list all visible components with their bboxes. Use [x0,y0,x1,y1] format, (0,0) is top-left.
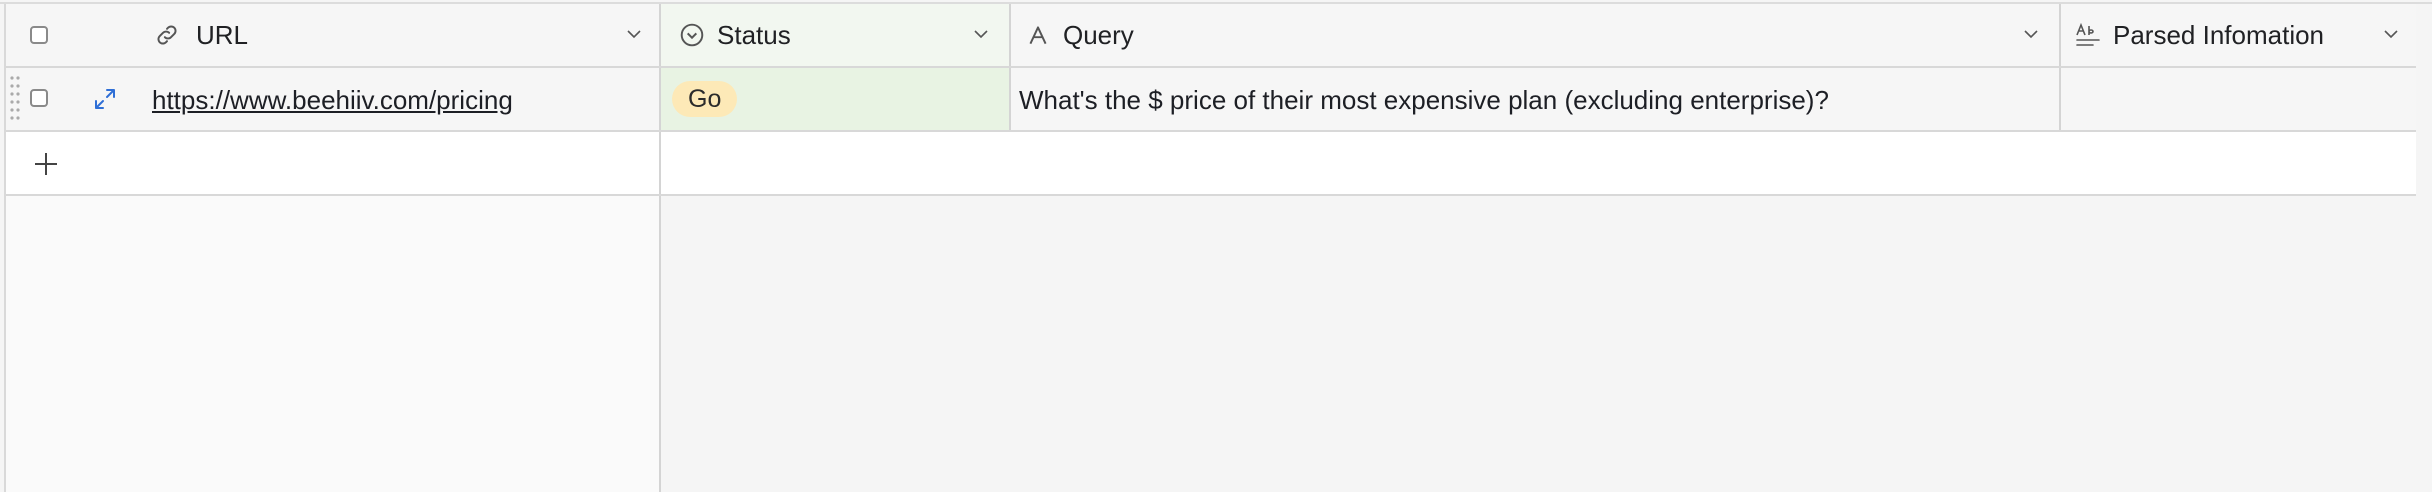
column-header-status[interactable]: Status [661,4,1009,66]
column-header-parsed-infomation[interactable]: Parsed Infomation [2061,4,2416,66]
ai-text-icon [2076,22,2100,46]
grid-view: URL Status Query Parsed Infomation https… [0,0,2432,492]
status-badge[interactable]: Go [672,81,738,117]
column-divider [659,132,661,194]
url-cell-link[interactable]: https://www.beehiiv.com/pricing [152,85,513,115]
column-title-status: Status [717,20,791,50]
row-checkbox[interactable] [30,89,48,107]
text-field-icon [1029,26,1047,45]
header-row: URL Status Query Parsed Infomation [6,4,2416,68]
add-record-row[interactable] [6,132,2416,196]
status-select-icon [680,23,704,47]
column-title-url: URL [196,20,249,50]
column-header-url[interactable]: URL [86,4,659,66]
chevron-down-icon[interactable] [2023,26,2039,42]
chevron-down-icon[interactable] [973,26,989,42]
chevron-down-icon[interactable] [626,26,642,42]
plus-icon[interactable] [32,150,60,178]
chevron-down-icon[interactable] [2383,26,2399,42]
table-row[interactable]: https://www.beehiiv.com/pricing Go What'… [6,68,2416,132]
select-all-checkbox[interactable] [30,26,48,44]
drag-handle-icon[interactable] [10,74,20,124]
column-divider [659,68,661,130]
column-title-parsed-infomation: Parsed Infomation [2113,20,2325,50]
column-header-query[interactable]: Query [1011,4,2059,66]
query-cell-text[interactable]: What's the $ price of their most expensi… [1019,85,1829,115]
link-icon [157,25,177,45]
expand-record-icon[interactable] [92,86,118,112]
column-divider [1009,68,1011,130]
parsed-infomation-cell[interactable] [2061,68,2416,130]
column-title-query: Query [1063,20,1134,50]
